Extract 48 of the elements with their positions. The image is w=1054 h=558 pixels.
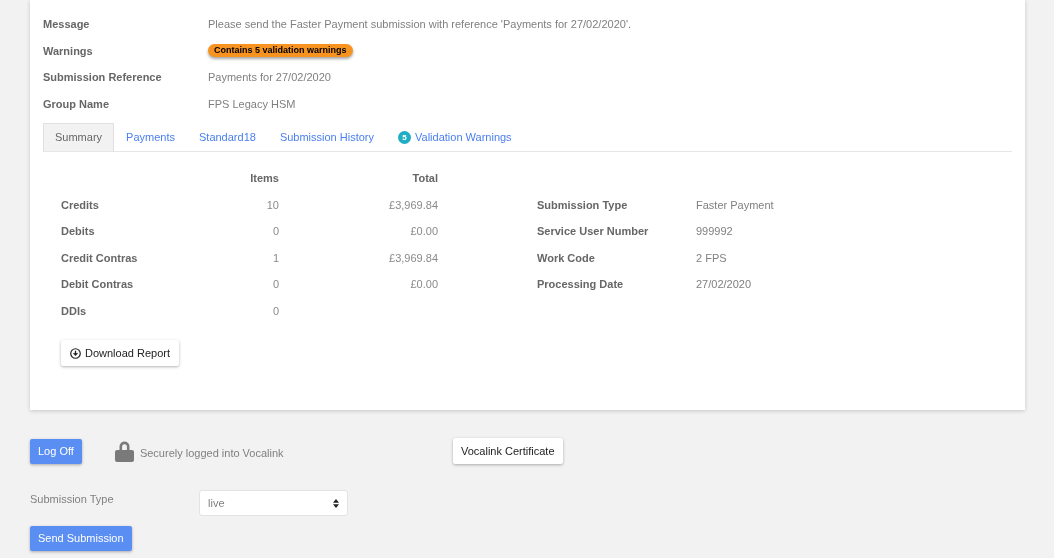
send-submission-button[interactable]: Send Submission (30, 526, 132, 551)
info-value: 27/02/2020 (696, 277, 752, 292)
tab[interactable]: Standard18 (187, 123, 268, 151)
row-label: Credits (61, 197, 100, 213)
download-icon (70, 347, 81, 359)
items-cell-text: 1 (271, 250, 279, 266)
info-label: Service User Number (537, 224, 650, 239)
row-label: Debit Contras (61, 277, 135, 292)
total-cell-text: £3,969.84 (388, 197, 438, 213)
tab[interactable]: 5 Validation Warnings (386, 123, 524, 151)
total-cell-text: £3,969.84 (388, 250, 438, 266)
lock-icon (114, 440, 134, 462)
detail-label: Submission Reference (43, 70, 163, 85)
info-label: Work Code (537, 250, 596, 266)
total-cell-text: £0.00 (409, 277, 438, 292)
login-status-text: Securely logged into Vocalink (139, 445, 284, 461)
submission-type-select[interactable]: live (199, 490, 348, 516)
tab[interactable]: Submission History (267, 123, 386, 151)
row-label: Debits (61, 224, 96, 239)
items-cell-text: 10 (265, 197, 279, 213)
vocalink-certificate-button[interactable]: Vocalink Certificate (453, 438, 563, 464)
submission-type-label: Submission Type (30, 492, 115, 507)
warning-badge: Contains 5 validation warnings (208, 44, 353, 58)
download-report-button[interactable]: Download Report (61, 340, 179, 366)
info-value: Faster Payment (696, 197, 774, 213)
detail-value: Payments for 27/02/2020 (208, 70, 331, 85)
total-cell-text: £0.00 (409, 224, 438, 239)
detail-value: Please send the Faster Payment submission with reference 'Payments for 27/02/2020'. (208, 17, 632, 32)
items-cell-text: 0 (271, 277, 279, 292)
row-label: DDIs (61, 303, 88, 319)
info-label: Processing Date (537, 277, 625, 292)
items-cell-text: 0 (271, 224, 279, 239)
count-badge: 5 (398, 131, 411, 144)
info-value: 999992 (696, 224, 733, 239)
up-down-caret-icon (333, 498, 339, 508)
column-header: Total (411, 171, 438, 186)
detail-label: Message (43, 17, 91, 32)
detail-value: FPS Legacy HSM (208, 96, 296, 112)
detail-label: Group Name (43, 96, 110, 112)
items-cell-text: 0 (271, 303, 279, 319)
detail-label: Warnings (43, 43, 94, 59)
tab[interactable]: Payments (114, 123, 187, 151)
tab[interactable]: Summary (43, 123, 115, 151)
log-off-button[interactable]: Log Off (30, 438, 82, 464)
info-value: 2 FPS (696, 250, 727, 266)
column-header: Items (249, 171, 279, 186)
row-label: Credit Contras (61, 250, 139, 266)
info-label: Submission Type (537, 197, 629, 213)
